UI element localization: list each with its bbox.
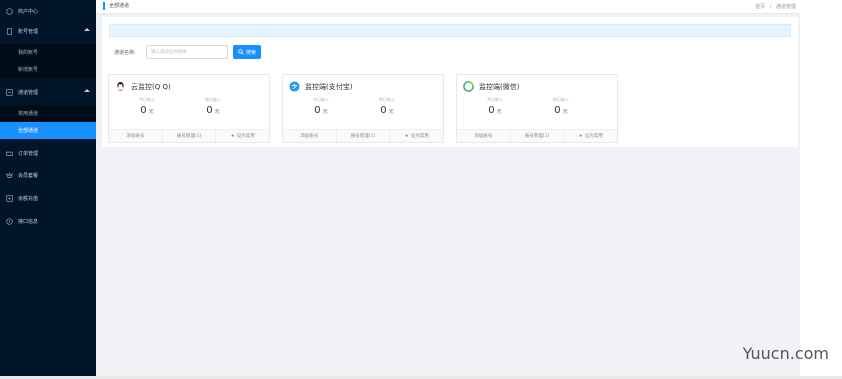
yesterday-income: 昨日收入 0元 <box>553 97 569 116</box>
info-banner <box>109 24 791 37</box>
account-icon <box>5 27 14 36</box>
channel-card: 监控端(微信) 今日收入 0元 昨日收入 0元 添加账号 账号管理(1) ★ 设为… <box>456 74 618 143</box>
sidebar-item-account-management[interactable]: 账号管理 <box>0 20 96 42</box>
sidebar-item-common-channels[interactable]: 常用通道 <box>0 105 96 122</box>
main-panel: 通道名称: 搜索 云监控(Q Q) 今日收入 0元 昨日收入 0元 添加账号 账… <box>102 17 798 147</box>
breadcrumb-current: 通道管理 <box>775 4 796 10</box>
yesterday-income: 昨日收入 0元 <box>379 97 395 116</box>
wechat-icon <box>463 81 474 92</box>
sidebar-item-orders[interactable]: 订单管理 <box>0 142 96 164</box>
set-common-button[interactable]: ★ 设为常用 <box>390 130 443 142</box>
circle-icon <box>5 7 14 16</box>
yesterday-income: 昨日收入 0元 <box>205 97 221 116</box>
star-icon: ★ <box>404 133 409 139</box>
order-icon <box>5 149 14 158</box>
sidebar-item-vip[interactable]: 会员套餐 <box>0 164 96 186</box>
breadcrumb-separator: / <box>769 4 772 10</box>
star-icon: ★ <box>230 133 235 139</box>
sidebar-item-recharge[interactable]: 余额充值 <box>0 187 96 209</box>
today-income: 今日收入 0元 <box>139 97 155 116</box>
add-account-button[interactable]: 添加账号 <box>457 130 511 142</box>
qq-icon <box>115 81 126 92</box>
sidebar-item-label: 余额充值 <box>18 195 39 202</box>
chevron-up-icon <box>84 28 90 31</box>
search-button[interactable]: 搜索 <box>233 45 261 59</box>
sidebar-item-label: 通道管理 <box>18 89 39 96</box>
header: 全部通道 首页 / 通道管理 <box>96 0 800 14</box>
chevron-up-icon <box>84 89 90 92</box>
search-icon <box>238 49 244 55</box>
search-input[interactable] <box>146 45 228 59</box>
manage-accounts-button[interactable]: 账号管理(1) <box>163 130 217 142</box>
page-title: 全部通道 <box>103 2 129 10</box>
manage-accounts-button[interactable]: 账号管理(1) <box>511 130 565 142</box>
card-actions: 添加账号 账号管理(1) ★ 设为常用 <box>457 129 617 142</box>
set-common-button[interactable]: ★ 设为常用 <box>216 130 269 142</box>
api-icon <box>5 217 14 226</box>
card-actions: 添加账号 账号管理(1) ★ 设为常用 <box>109 129 269 142</box>
sidebar-item-label: 会员套餐 <box>18 172 39 179</box>
channel-card: 云监控(Q Q) 今日收入 0元 昨日收入 0元 添加账号 账号管理(1) ★ 设… <box>108 74 270 143</box>
sidebar-item-label: 接口信息 <box>18 218 39 225</box>
sidebar: 商户中心 账号管理 我的账号 新增账号 通道管理 常用通道 全部通道 订单管理 … <box>0 0 96 376</box>
sidebar-item-api-info[interactable]: 接口信息 <box>0 210 96 232</box>
search-label: 通道名称: <box>114 50 136 56</box>
add-account-button[interactable]: 添加账号 <box>283 130 337 142</box>
channel-name: 监控端(支付宝) <box>305 82 353 91</box>
card-actions: 添加账号 账号管理(1) ★ 设为常用 <box>283 129 443 142</box>
sidebar-item-label: 商户中心 <box>18 8 39 15</box>
set-common-button[interactable]: ★ 设为常用 <box>564 130 617 142</box>
manage-accounts-button[interactable]: 账号管理(1) <box>337 130 391 142</box>
add-account-button[interactable]: 添加账号 <box>109 130 163 142</box>
sidebar-item-label: 订单管理 <box>18 150 39 157</box>
star-icon: ★ <box>578 133 583 139</box>
today-income: 今日收入 0元 <box>313 97 329 116</box>
alipay-icon <box>289 81 300 92</box>
channel-icon <box>5 88 14 97</box>
sidebar-item-channel-management[interactable]: 通道管理 <box>0 81 96 103</box>
sidebar-item-add-account[interactable]: 新增账号 <box>0 61 96 78</box>
recharge-icon <box>5 194 14 203</box>
breadcrumb: 首页 / 通道管理 <box>752 3 796 10</box>
vip-icon <box>5 171 14 180</box>
page-edge <box>800 0 842 379</box>
channel-name: 监控端(微信) <box>479 82 520 91</box>
sidebar-item-my-accounts[interactable]: 我的账号 <box>0 44 96 61</box>
breadcrumb-home[interactable]: 首页 <box>755 4 765 10</box>
channel-card: 监控端(支付宝) 今日收入 0元 昨日收入 0元 添加账号 账号管理(1) ★ 设… <box>282 74 444 143</box>
sidebar-item-merchant-center[interactable]: 商户中心 <box>0 0 96 22</box>
today-income: 今日收入 0元 <box>487 97 503 116</box>
sidebar-item-label: 账号管理 <box>18 28 39 35</box>
watermark: Yuucn.com <box>742 344 829 363</box>
channel-name: 云监控(Q Q) <box>131 82 171 91</box>
sidebar-item-all-channels[interactable]: 全部通道 <box>0 122 96 139</box>
